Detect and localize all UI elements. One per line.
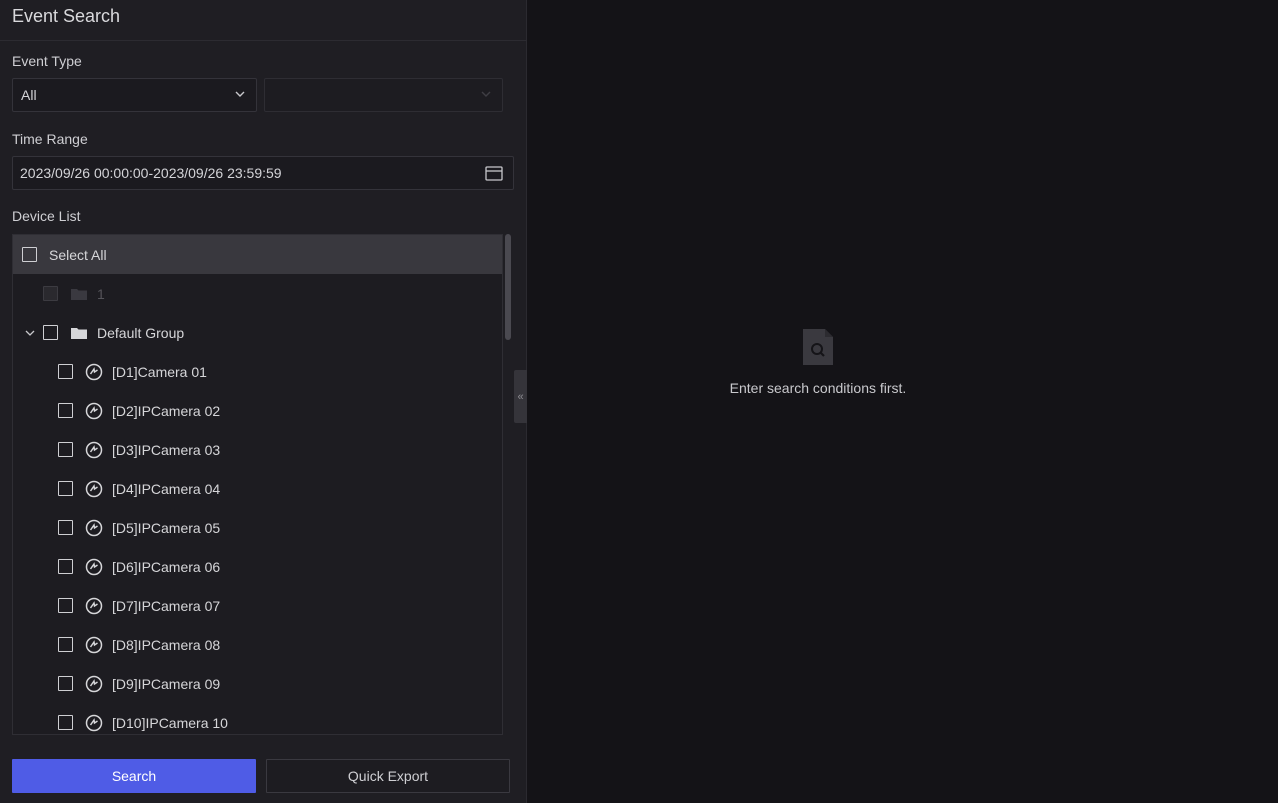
camera-checkbox[interactable] <box>58 442 73 457</box>
event-type-value: All <box>21 87 37 103</box>
panel-title: Event Search <box>12 6 121 26</box>
select-all-label: Select All <box>49 246 107 263</box>
camera-online-icon <box>85 402 103 419</box>
camera-checkbox[interactable] <box>58 364 73 379</box>
event-type-label: Event Type <box>12 53 82 69</box>
folder-icon <box>71 288 87 300</box>
camera-label: [D3]IPCamera 03 <box>112 441 221 458</box>
camera-online-icon <box>85 558 103 575</box>
camera-online-icon <box>85 675 103 692</box>
camera-row[interactable]: [D7]IPCamera 07 <box>13 586 502 625</box>
calendar-icon[interactable] <box>485 165 503 181</box>
group-row[interactable]: Default Group <box>13 313 502 352</box>
camera-checkbox[interactable] <box>58 403 73 418</box>
document-search-icon <box>803 329 833 365</box>
camera-label: [D7]IPCamera 07 <box>112 597 221 614</box>
folder-icon <box>71 327 87 339</box>
time-range-label: Time Range <box>12 131 88 147</box>
camera-row[interactable]: [D1]Camera 01 <box>13 352 502 391</box>
camera-label: [D8]IPCamera 08 <box>112 636 221 653</box>
camera-row[interactable]: [D9]IPCamera 09 <box>13 664 502 703</box>
select-all-row[interactable]: Select All <box>13 235 502 274</box>
camera-online-icon <box>85 363 103 380</box>
device-list-scrollbar[interactable] <box>505 234 511 340</box>
device-tree: Select All 1 Default Group [D1]Camera 01… <box>12 234 503 735</box>
camera-online-icon <box>85 714 103 731</box>
camera-checkbox[interactable] <box>58 520 73 535</box>
camera-row[interactable]: [D5]IPCamera 05 <box>13 508 502 547</box>
camera-label: [D4]IPCamera 04 <box>112 480 221 497</box>
device-list-label: Device List <box>12 208 81 224</box>
camera-row[interactable]: [D8]IPCamera 08 <box>13 625 502 664</box>
group-label: Default Group <box>97 324 185 341</box>
ungrouped-label: 1 <box>97 285 105 302</box>
camera-row[interactable]: [D10]IPCamera 10 <box>13 703 502 734</box>
camera-checkbox[interactable] <box>58 715 73 730</box>
camera-online-icon <box>85 441 103 458</box>
camera-row[interactable]: [D2]IPCamera 02 <box>13 391 502 430</box>
chevron-down-icon[interactable] <box>24 327 36 339</box>
chevron-down-icon <box>235 91 245 97</box>
camera-online-icon <box>85 597 103 614</box>
camera-checkbox[interactable] <box>58 598 73 613</box>
camera-label: [D10]IPCamera 10 <box>112 714 228 731</box>
camera-row[interactable]: [D3]IPCamera 03 <box>13 430 502 469</box>
quick-export-button[interactable]: Quick Export <box>266 759 510 793</box>
title-divider <box>0 40 527 41</box>
camera-online-icon <box>85 480 103 497</box>
event-type-select[interactable]: All <box>12 78 257 112</box>
camera-checkbox[interactable] <box>58 559 73 574</box>
camera-online-icon <box>85 519 103 536</box>
camera-checkbox[interactable] <box>58 637 73 652</box>
event-subtype-select[interactable] <box>264 78 503 112</box>
collapse-panel-button[interactable]: « <box>514 370 527 423</box>
search-panel: Event Search Event Type All Time Range 2… <box>0 0 527 803</box>
ungrouped-checkbox <box>43 286 58 301</box>
ungrouped-row: 1 <box>13 274 502 313</box>
chevron-down-icon <box>481 91 491 97</box>
camera-row[interactable]: [D6]IPCamera 06 <box>13 547 502 586</box>
camera-row[interactable]: [D4]IPCamera 04 <box>13 469 502 508</box>
camera-checkbox[interactable] <box>58 676 73 691</box>
group-checkbox[interactable] <box>43 325 58 340</box>
camera-label: [D5]IPCamera 05 <box>112 519 221 536</box>
search-button[interactable]: Search <box>12 759 256 793</box>
camera-label: [D2]IPCamera 02 <box>112 402 221 419</box>
camera-checkbox[interactable] <box>58 481 73 496</box>
time-range-input[interactable]: 2023/09/26 00:00:00-2023/09/26 23:59:59 <box>12 156 514 190</box>
camera-online-icon <box>85 636 103 653</box>
empty-state-message: Enter search conditions first. <box>729 380 907 396</box>
time-range-value: 2023/09/26 00:00:00-2023/09/26 23:59:59 <box>20 165 282 181</box>
camera-label: [D1]Camera 01 <box>112 363 207 380</box>
camera-label: [D9]IPCamera 09 <box>112 675 221 692</box>
camera-label: [D6]IPCamera 06 <box>112 558 221 575</box>
select-all-checkbox[interactable] <box>22 247 37 262</box>
